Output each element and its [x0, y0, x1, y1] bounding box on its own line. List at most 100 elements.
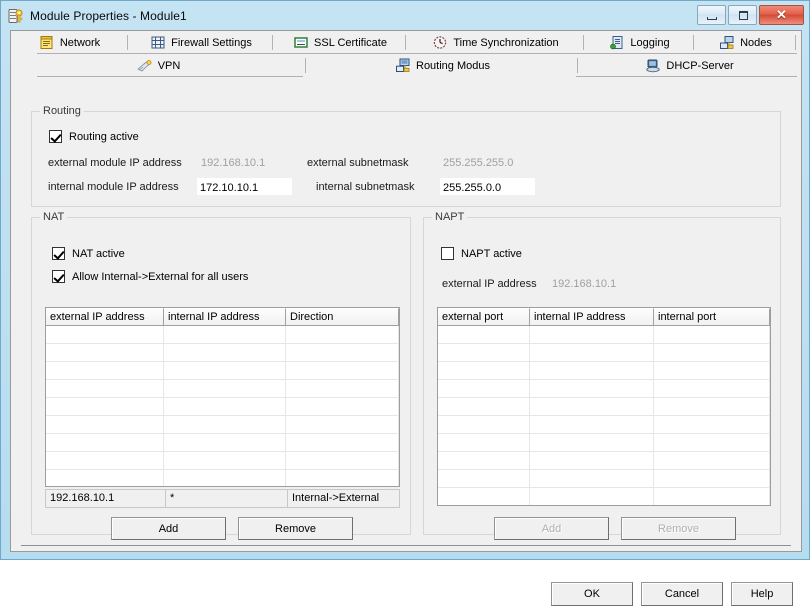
table-row[interactable] — [46, 416, 399, 434]
tab-time-synchronization[interactable]: Time Synchronization — [407, 31, 585, 54]
maximize-icon — [739, 11, 748, 20]
table-row[interactable] — [46, 434, 399, 452]
tab-strip: Network Firewall Settings SSL Certificat… — [11, 31, 801, 77]
table-row[interactable] — [438, 488, 770, 505]
nat-column-header: Direction — [286, 308, 399, 326]
external-module-ip-value: 192.168.10.1 — [201, 157, 266, 169]
napt-table[interactable]: external port internal IP address intern… — [437, 307, 771, 506]
tab-time-synchronization-label: Time Synchronization — [453, 36, 559, 49]
external-module-ip-label: external module IP address — [48, 157, 182, 169]
nat-edit-external-ip[interactable]: 192.168.10.1 — [45, 489, 165, 508]
table-row[interactable] — [438, 344, 770, 362]
nat-table[interactable]: external IP address internal IP address … — [45, 307, 400, 487]
window-title: Module Properties - Module1 — [30, 8, 187, 23]
nat-column-header: internal IP address — [164, 308, 286, 326]
table-row[interactable] — [438, 380, 770, 398]
napt-remove-button[interactable]: Remove — [621, 517, 736, 540]
maximize-button[interactable] — [728, 5, 757, 25]
internal-subnetmask-input[interactable] — [440, 178, 535, 195]
napt-group: NAPT NAPT active external IP address 192… — [423, 211, 781, 540]
nat-table-header: external IP address internal IP address … — [46, 308, 399, 326]
table-row[interactable] — [438, 452, 770, 470]
napt-column-header: internal IP address — [530, 308, 654, 326]
checkbox-box — [52, 270, 65, 283]
tab-routing-modus[interactable]: Routing Modus — [307, 54, 579, 77]
tab-separator — [583, 35, 584, 50]
nat-allow-internal-external-checkbox[interactable]: Allow Internal->External for all users — [52, 270, 248, 283]
tab-separator — [577, 58, 578, 73]
tab-separator — [127, 35, 128, 50]
nat-active-checkbox[interactable]: NAT active — [52, 247, 125, 260]
table-row[interactable] — [46, 326, 399, 344]
routing-group: Routing Routing active external module I… — [31, 105, 781, 207]
table-row[interactable] — [438, 434, 770, 452]
dhcp-server-icon — [645, 58, 661, 73]
clock-icon — [432, 35, 448, 50]
firewall-grid-icon — [150, 35, 166, 50]
minimize-button[interactable] — [697, 5, 726, 25]
tab-dhcp-server-label: DHCP-Server — [666, 59, 734, 72]
table-row[interactable] — [438, 362, 770, 380]
table-row[interactable] — [438, 398, 770, 416]
nat-edit-direction[interactable]: Internal->External — [287, 489, 400, 508]
napt-column-header: internal port — [654, 308, 770, 326]
napt-active-label: NAPT active — [461, 247, 522, 260]
table-row[interactable] — [46, 380, 399, 398]
table-row[interactable] — [46, 452, 399, 470]
nat-remove-button[interactable]: Remove — [238, 517, 353, 540]
table-row[interactable] — [46, 398, 399, 416]
tab-firewall-settings[interactable]: Firewall Settings — [129, 31, 274, 54]
tab-separator — [405, 35, 406, 50]
table-row[interactable] — [438, 326, 770, 344]
tab-dhcp-server[interactable]: DHCP-Server — [579, 54, 801, 77]
tab-row-secondary: VPN Routing Modus DHCP-Server — [11, 54, 801, 77]
table-row[interactable] — [46, 344, 399, 362]
tab-ssl-certificate-label: SSL Certificate — [314, 36, 387, 49]
tab-separator — [795, 35, 796, 50]
tab-vpn[interactable]: VPN — [11, 54, 307, 77]
tab-nodes-label: Nodes — [740, 36, 772, 49]
tab-firewall-settings-label: Firewall Settings — [171, 36, 252, 49]
routing-active-checkbox[interactable]: Routing active — [49, 130, 139, 143]
tab-logging[interactable]: Logging — [585, 31, 695, 54]
cancel-button[interactable]: Cancel — [641, 582, 723, 606]
nat-group: NAT NAT active Allow Internal->External … — [31, 211, 411, 540]
napt-column-header: external port — [438, 308, 530, 326]
external-subnetmask-label: external subnetmask — [307, 157, 409, 169]
ok-button[interactable]: OK — [551, 582, 633, 606]
nat-active-label: NAT active — [72, 247, 125, 260]
checkbox-box — [49, 130, 62, 143]
napt-active-checkbox[interactable]: NAPT active — [441, 247, 522, 260]
routing-modus-panel: Routing Routing active external module I… — [11, 77, 801, 606]
nat-table-body[interactable] — [46, 326, 399, 486]
close-button[interactable]: ✕ — [759, 5, 804, 25]
logbook-icon — [609, 35, 625, 50]
table-row[interactable] — [46, 362, 399, 380]
close-icon: ✕ — [776, 7, 787, 22]
ssl-certificate-icon — [293, 35, 309, 50]
table-row[interactable] — [438, 470, 770, 488]
nat-edit-row[interactable]: 192.168.10.1 * Internal->External — [45, 489, 400, 508]
table-row[interactable] — [46, 470, 399, 486]
napt-external-ip-label: external IP address — [442, 278, 537, 290]
napt-group-title: NAPT — [432, 211, 468, 223]
help-button[interactable]: Help — [731, 582, 793, 606]
napt-add-button[interactable]: Add — [494, 517, 609, 540]
tab-ssl-certificate[interactable]: SSL Certificate — [274, 31, 407, 54]
tab-row-primary: Network Firewall Settings SSL Certificat… — [11, 31, 801, 54]
tab-nodes[interactable]: Nodes — [695, 31, 797, 54]
table-row[interactable] — [438, 416, 770, 434]
napt-table-body[interactable] — [438, 326, 770, 505]
nodes-icon — [719, 35, 735, 50]
internal-module-ip-input[interactable] — [197, 178, 292, 195]
module-properties-window: Module Properties - Module1 ✕ Network Fi… — [0, 0, 810, 606]
tab-separator — [305, 58, 306, 73]
tab-separator — [693, 35, 694, 50]
external-subnetmask-value: 255.255.255.0 — [443, 157, 514, 169]
tab-network[interactable]: Network — [11, 31, 129, 54]
nat-edit-internal-ip[interactable]: * — [165, 489, 287, 508]
tab-routing-modus-label: Routing Modus — [416, 59, 490, 72]
tab-network-label: Network — [59, 36, 101, 49]
title-bar[interactable]: Module Properties - Module1 ✕ — [1, 1, 809, 30]
nat-add-button[interactable]: Add — [111, 517, 226, 540]
